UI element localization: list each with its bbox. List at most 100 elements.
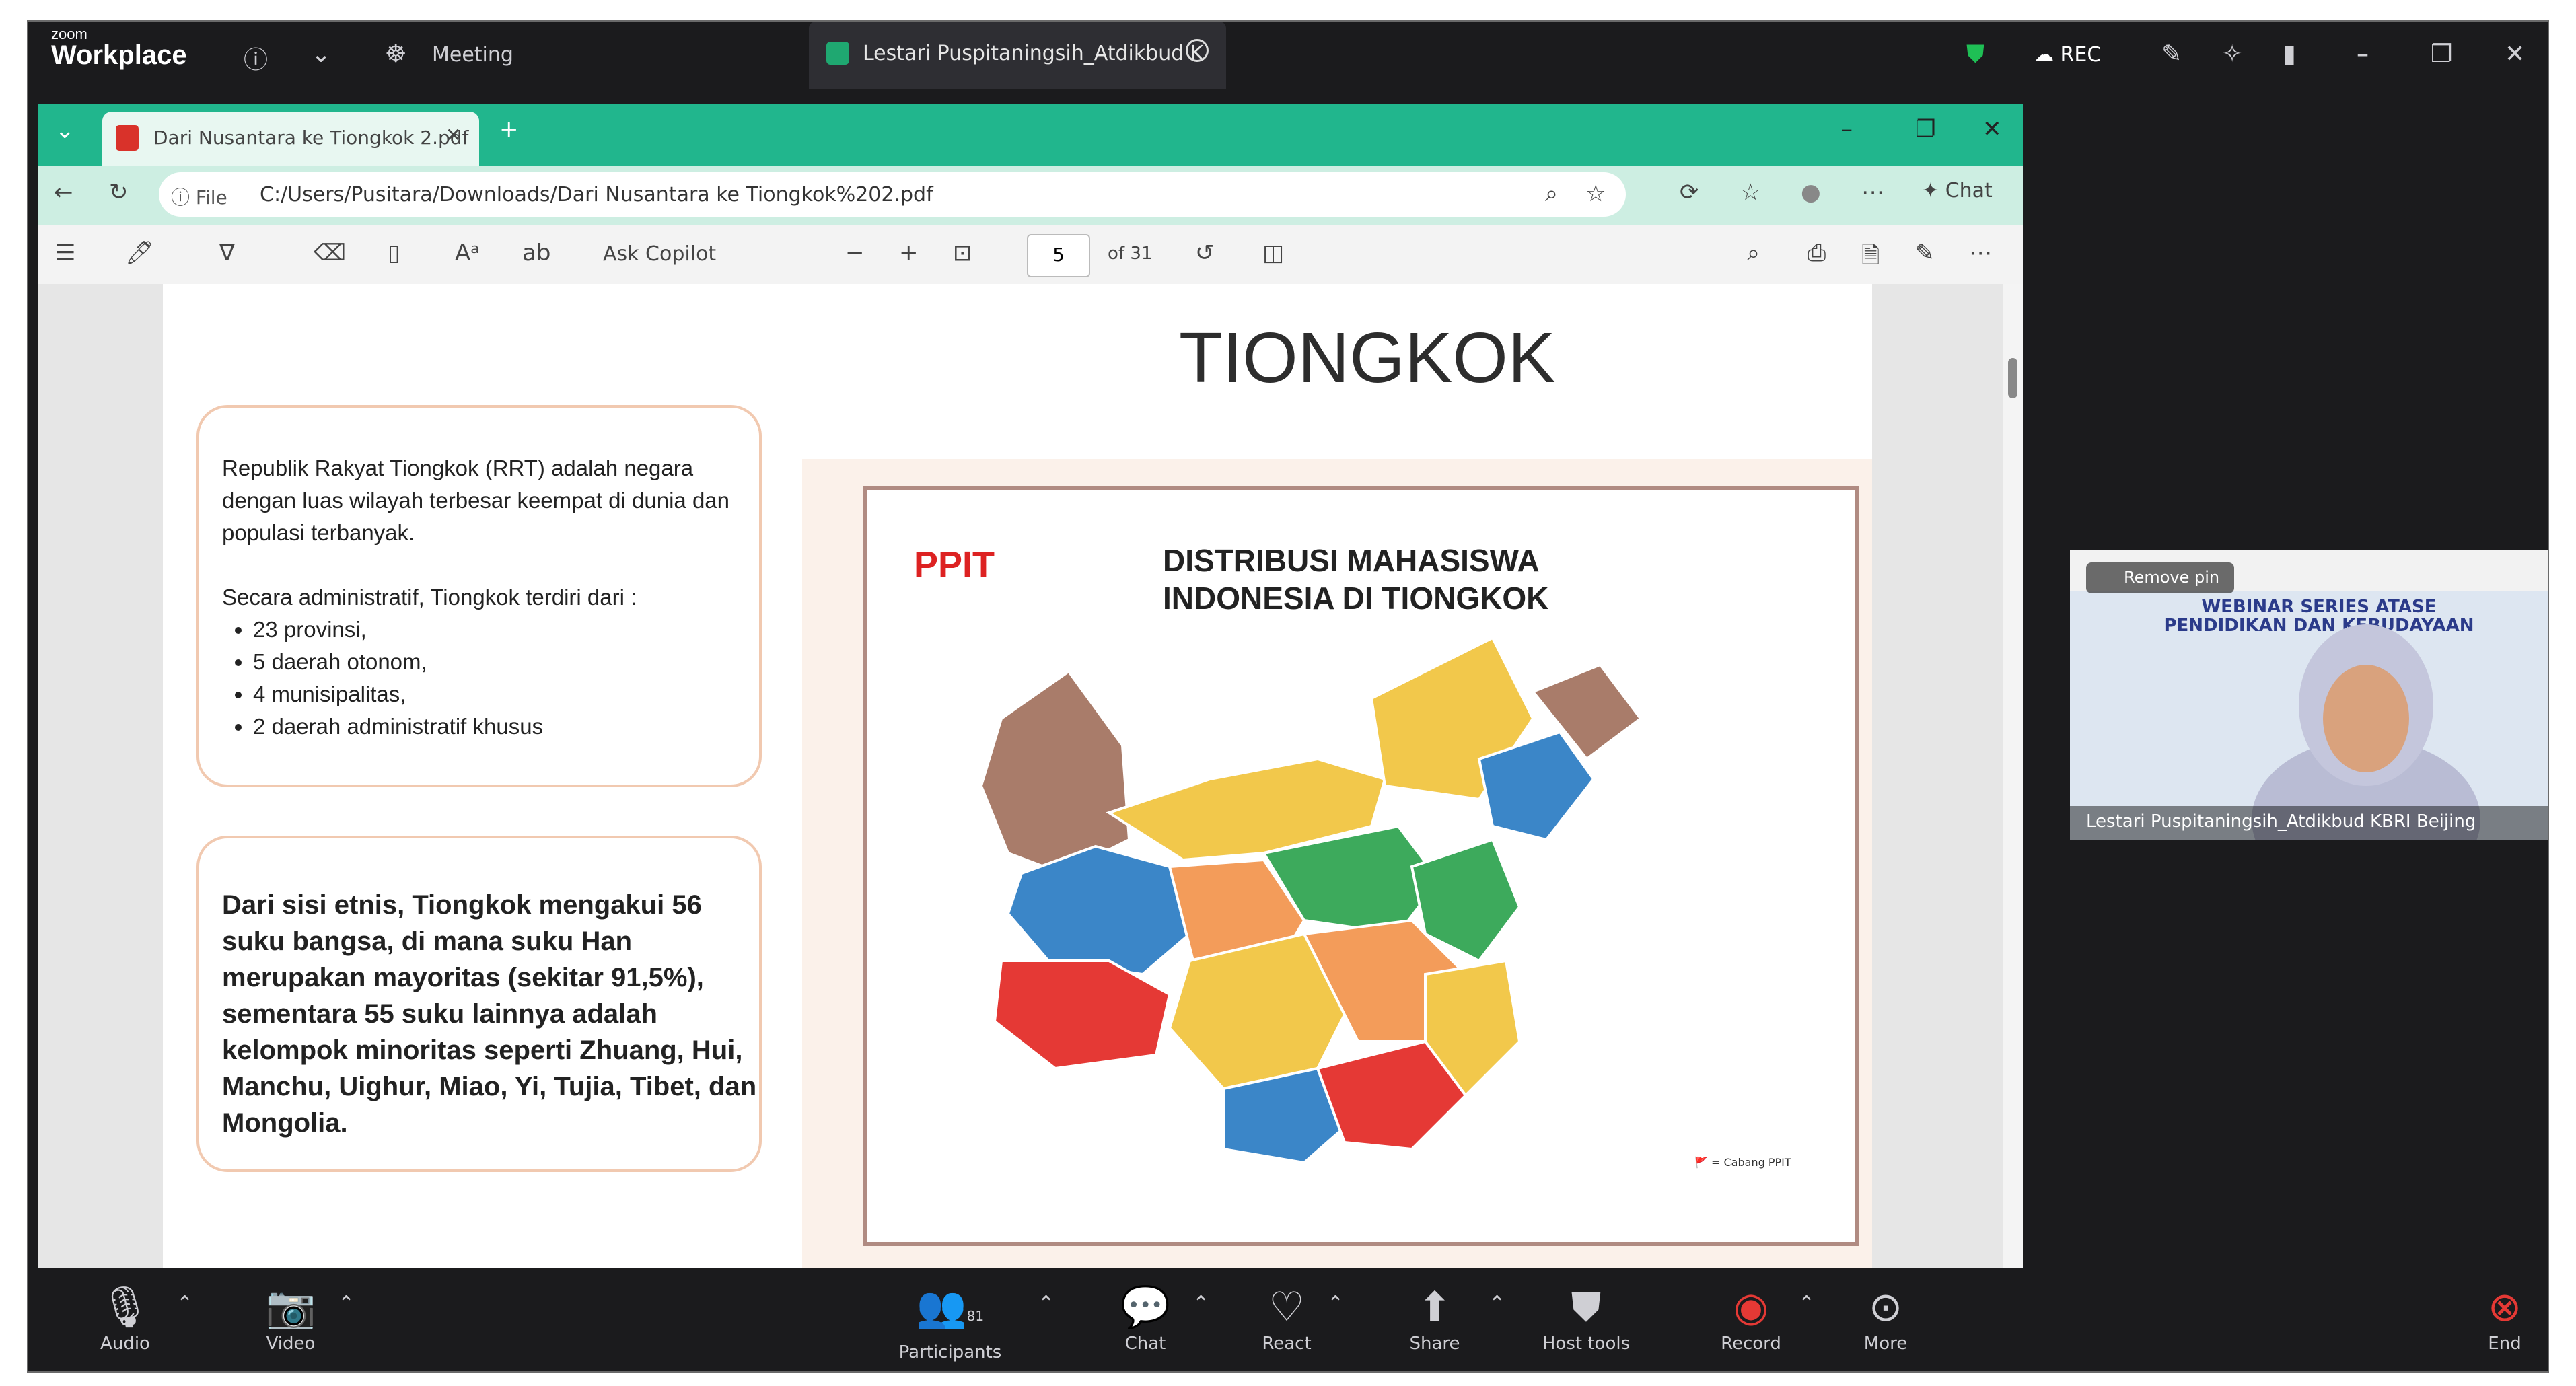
- ask-copilot-button[interactable]: Ask Copilot: [603, 242, 716, 266]
- end-label: End: [2488, 1334, 2521, 1354]
- search-icon[interactable]: ⌕: [1545, 180, 1558, 207]
- audio-chevron-icon[interactable]: ⌃: [176, 1292, 193, 1315]
- more-options-icon[interactable]: ⋯: [1861, 179, 1884, 206]
- save-as-icon[interactable]: ✎: [1915, 240, 1935, 266]
- save-icon[interactable]: 🗎: [1861, 240, 1880, 278]
- zoom-out-icon[interactable]: −: [845, 240, 865, 266]
- end-button[interactable]: ⊗ End: [2471, 1284, 2538, 1356]
- audio-label: Audio: [100, 1334, 150, 1354]
- record-button[interactable]: ◉ Record: [1711, 1284, 1791, 1356]
- browser-tab-title: Dari Nusantara ke Tiongkok 2.pdf: [153, 126, 469, 149]
- profile-avatar-icon[interactable]: ●: [1801, 179, 1821, 206]
- eraser-icon[interactable]: ⌫: [314, 240, 346, 266]
- chat-icon: 💬: [1120, 1284, 1171, 1331]
- info-card-admin: Republik Rakyat Tiongkok (RRT) adalah ne…: [196, 405, 762, 787]
- share-tab-label: Lestari Puspitaningsih_Atdikbud K: [863, 42, 1204, 65]
- print-icon[interactable]: ⎙: [1808, 240, 1826, 266]
- recording-indicator[interactable]: ☁ REC: [2034, 43, 2101, 67]
- text-icon[interactable]: Aᵃ: [455, 240, 480, 266]
- share-chevron-icon[interactable]: ⌃: [1489, 1292, 1505, 1315]
- react-button[interactable]: ♡ React: [1246, 1284, 1327, 1356]
- browser-close-icon[interactable]: ✕: [1982, 116, 2002, 143]
- annotate-icon[interactable]: ✎: [2161, 40, 2182, 68]
- list-item: 2 daerah administratif khusus: [253, 710, 759, 743]
- shield-icon[interactable]: ⛊: [1966, 40, 1984, 69]
- meeting-controls: 🎙 Audio ⌃ 📷 Video ⌃ 👥81 Participants ⌃ 💬 Cha…: [28, 1272, 2548, 1371]
- fit-page-icon[interactable]: ⊡: [953, 240, 972, 266]
- video-chevron-icon[interactable]: ⌃: [338, 1292, 355, 1315]
- zoom-in-icon[interactable]: +: [899, 240, 919, 266]
- info-icon[interactable]: ⓘ: [244, 40, 268, 75]
- screen-share-tab[interactable]: Lestari Puspitaningsih_Atdikbud K: [809, 22, 1226, 89]
- favorites-icon[interactable]: ☆: [1740, 179, 1760, 206]
- pdf-icon: [116, 125, 139, 151]
- tab-list-icon[interactable]: ⌄: [55, 117, 75, 144]
- mic-muted-icon: 🎙: [99, 1284, 151, 1331]
- audio-button[interactable]: 🎙 Audio: [85, 1284, 166, 1356]
- participant-name: Lestari Puspitaningsih_Atdikbud KBRI Bei…: [2086, 811, 2476, 832]
- pdf-more-icon[interactable]: ⋯: [1969, 240, 1992, 266]
- contents-icon[interactable]: ☰: [55, 240, 75, 266]
- url-text: C:/Users/Pusitara/Downloads/Dari Nusanta…: [260, 183, 933, 207]
- minimize-icon[interactable]: –: [2357, 40, 2369, 68]
- map-region-tibet: [993, 959, 1172, 1070]
- close-icon[interactable]: ✕: [2505, 40, 2525, 68]
- participants-icon: 👥81: [916, 1284, 985, 1331]
- read-aloud-icon[interactable]: ab: [522, 240, 550, 266]
- extension-icon[interactable]: ⟳: [1680, 179, 1699, 206]
- minus-circle-icon[interactable]: [1186, 39, 1209, 62]
- record-icon: ◉: [1733, 1284, 1769, 1331]
- participant-video[interactable]: WEBINAR SERIES ATASE PENDIDIKAN DAN KEBU…: [2070, 550, 2548, 840]
- rotate-icon[interactable]: ↺: [1195, 240, 1215, 266]
- browser-tab[interactable]: Dari Nusantara ke Tiongkok 2.pdf ✕: [102, 112, 479, 166]
- back-icon[interactable]: ←: [54, 179, 73, 206]
- participants-button[interactable]: 👥81 Participants: [883, 1284, 1017, 1365]
- find-icon[interactable]: ⌕: [1747, 240, 1760, 266]
- page-view-icon[interactable]: ◫: [1262, 240, 1284, 266]
- participants-chevron-icon[interactable]: ⌃: [1038, 1292, 1054, 1315]
- pdf-viewer[interactable]: TIONGKOK Republik Rakyat Tiongkok (RRT) …: [38, 284, 2023, 1352]
- browser-window: ⌄ Dari Nusantara ke Tiongkok 2.pdf ✕ + –…: [38, 104, 2023, 1352]
- slide-title: TIONGKOK: [1179, 318, 1556, 398]
- refresh-icon[interactable]: ↻: [109, 179, 129, 206]
- maximize-icon[interactable]: ❐: [2431, 40, 2452, 68]
- share-button[interactable]: ⬆ Share: [1394, 1284, 1475, 1356]
- participants-label: Participants: [898, 1342, 1002, 1362]
- camera-off-icon: 📷: [265, 1284, 316, 1331]
- highlight-icon[interactable]: 🖊: [125, 240, 154, 266]
- list-item: 5 daerah otonom,: [253, 646, 759, 678]
- tab-close-icon[interactable]: ✕: [445, 124, 461, 146]
- remove-pin-button[interactable]: Remove pin: [2086, 562, 2234, 593]
- chat-button[interactable]: 💬 Chat: [1105, 1284, 1186, 1356]
- info-card-ethnic: Dari sisi etnis, Tiongkok mengakui 56 su…: [196, 836, 762, 1172]
- host-tools-button[interactable]: ⛊ Host tools: [1529, 1284, 1643, 1356]
- url-field[interactable]: ⓘ File C:/Users/Pusitara/Downloads/Dari …: [159, 172, 1626, 217]
- copilot-button[interactable]: ✦ Chat: [1922, 179, 1993, 203]
- china-map: [979, 636, 1643, 1165]
- react-chevron-icon[interactable]: ⌃: [1327, 1292, 1344, 1315]
- page-number-input[interactable]: 5: [1027, 234, 1090, 277]
- host-tools-label: Host tools: [1542, 1334, 1631, 1354]
- chevron-down-icon[interactable]: ⌄: [311, 40, 331, 68]
- pdf-page: TIONGKOK Republik Rakyat Tiongkok (RRT) …: [163, 284, 1872, 1268]
- meeting-label[interactable]: Meeting: [432, 43, 513, 67]
- ai-icon[interactable]: ✧: [2222, 40, 2242, 68]
- admin-list: 23 provinsi, 5 daerah otonom, 4 munisipa…: [222, 614, 759, 743]
- zoom-brand-small: zoom: [51, 26, 87, 42]
- more-button[interactable]: ⊙ More: [1845, 1284, 1926, 1356]
- zoom-title-bar: zoom Workplace ⓘ ⌄ ☸ Meeting Lestari Pus…: [28, 22, 2548, 104]
- video-button[interactable]: 📷 Video: [250, 1284, 331, 1356]
- pdf-scrollbar[interactable]: [2003, 284, 2023, 1268]
- browser-restore-icon[interactable]: ❐: [1915, 116, 1935, 143]
- view-mode-icon[interactable]: ▯: [388, 240, 400, 266]
- chat-chevron-icon[interactable]: ⌃: [1192, 1292, 1209, 1315]
- scrollbar-thumb[interactable]: [2008, 358, 2017, 398]
- url-prefix: ⓘ File: [171, 186, 227, 209]
- browser-minimize-icon[interactable]: –: [1841, 116, 1853, 143]
- draw-icon[interactable]: ∇: [219, 240, 235, 266]
- url-prefix-label: File: [195, 186, 227, 209]
- record-chevron-icon[interactable]: ⌃: [1798, 1292, 1815, 1315]
- new-tab-icon[interactable]: +: [499, 116, 519, 143]
- favorite-star-icon[interactable]: ☆: [1585, 180, 1606, 207]
- view-icon[interactable]: ▮: [2283, 40, 2296, 68]
